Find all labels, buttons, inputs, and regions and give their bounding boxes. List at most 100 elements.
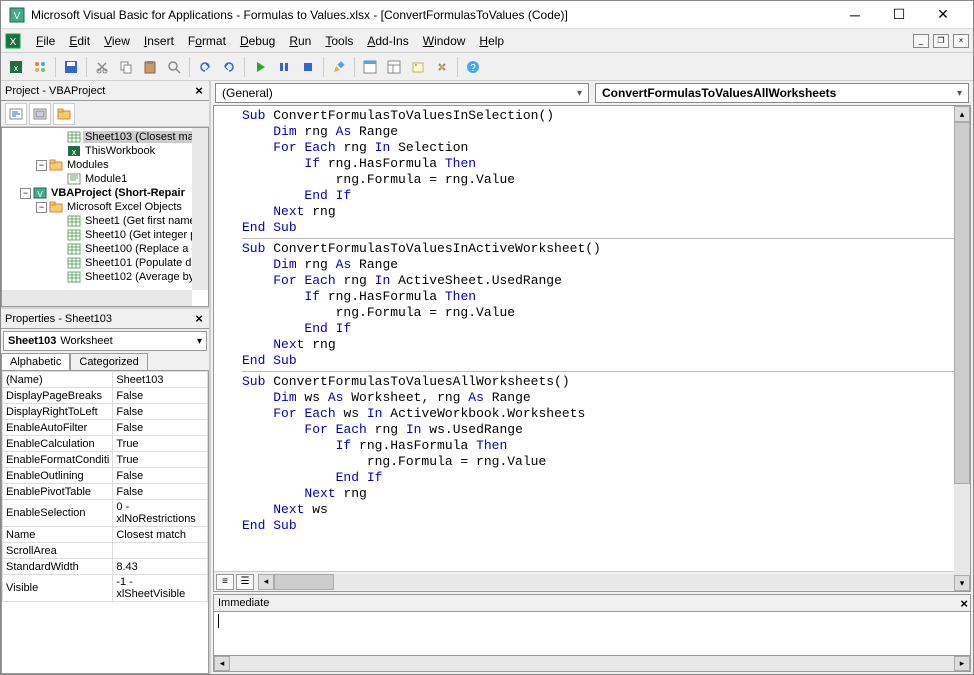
- property-value[interactable]: False: [113, 404, 208, 420]
- scroll-left-arrow[interactable]: ◂: [214, 656, 230, 671]
- scroll-up-arrow[interactable]: ▴: [954, 106, 970, 122]
- object-combo[interactable]: (General) ▾: [215, 83, 589, 103]
- tree-node[interactable]: −VVBAProject (Short-Repair: [4, 186, 206, 200]
- find-button[interactable]: [163, 56, 185, 78]
- tree-node[interactable]: Sheet101 (Populate dr: [4, 256, 206, 270]
- scroll-left-arrow[interactable]: ◂: [258, 574, 274, 590]
- save-button[interactable]: [60, 56, 82, 78]
- property-row[interactable]: EnablePivotTableFalse: [3, 484, 208, 500]
- tree-horizontal-scrollbar[interactable]: [2, 290, 192, 306]
- toolbox-button[interactable]: [431, 56, 453, 78]
- full-module-view-button[interactable]: ☰: [236, 574, 254, 590]
- property-value[interactable]: True: [113, 436, 208, 452]
- menu-file[interactable]: File: [29, 32, 62, 50]
- properties-close-button[interactable]: ×: [191, 311, 207, 327]
- procedure-view-button[interactable]: ≡: [216, 574, 234, 590]
- undo-button[interactable]: [194, 56, 216, 78]
- help-button[interactable]: ?: [462, 56, 484, 78]
- tab-categorized[interactable]: Categorized: [70, 353, 147, 370]
- mdi-close-button[interactable]: ×: [953, 34, 969, 48]
- property-row[interactable]: Visible-1 - xlSheetVisible: [3, 575, 208, 602]
- property-value[interactable]: Closest match: [113, 527, 208, 543]
- menu-add-ins[interactable]: Add-Ins: [360, 32, 415, 50]
- menu-view[interactable]: View: [97, 32, 137, 50]
- object-browser-button[interactable]: [407, 56, 429, 78]
- tree-twisty-icon[interactable]: −: [20, 188, 31, 199]
- tree-node[interactable]: Sheet102 (Average by: [4, 270, 206, 284]
- paste-button[interactable]: [139, 56, 161, 78]
- tree-node[interactable]: xThisWorkbook: [4, 144, 206, 158]
- insert-button[interactable]: [29, 56, 51, 78]
- menu-tools[interactable]: Tools: [318, 32, 360, 50]
- immediate-close-button[interactable]: ×: [960, 596, 968, 611]
- property-row[interactable]: EnableOutliningFalse: [3, 468, 208, 484]
- property-row[interactable]: (Name)Sheet103: [3, 372, 208, 388]
- property-value[interactable]: [113, 543, 208, 559]
- design-mode-button[interactable]: [328, 56, 350, 78]
- menu-window[interactable]: Window: [416, 32, 473, 50]
- immediate-horizontal-scrollbar[interactable]: ◂ ▸: [213, 656, 971, 672]
- tree-node[interactable]: Sheet10 (Get integer p: [4, 228, 206, 242]
- tree-node[interactable]: −Microsoft Excel Objects: [4, 200, 206, 214]
- maximize-button[interactable]: ☐: [877, 1, 921, 29]
- property-value[interactable]: 8.43: [113, 559, 208, 575]
- project-explorer-button[interactable]: [359, 56, 381, 78]
- cut-button[interactable]: [91, 56, 113, 78]
- property-value[interactable]: False: [113, 420, 208, 436]
- menu-edit[interactable]: Edit: [62, 32, 97, 50]
- tab-alphabetic[interactable]: Alphabetic: [1, 353, 70, 370]
- properties-window-button[interactable]: [383, 56, 405, 78]
- procedure-combo[interactable]: ConvertFormulasToValuesAllWorksheets ▾: [595, 83, 969, 103]
- property-value[interactable]: False: [113, 484, 208, 500]
- property-row[interactable]: EnableSelection0 - xlNoRestrictions: [3, 500, 208, 527]
- mdi-restore-button[interactable]: ❐: [933, 34, 949, 48]
- excel-icon[interactable]: X: [5, 33, 21, 49]
- view-excel-button[interactable]: x: [5, 56, 27, 78]
- scroll-right-arrow[interactable]: ▸: [954, 656, 970, 671]
- tree-node[interactable]: Sheet100 (Replace a c: [4, 242, 206, 256]
- tree-twisty-icon[interactable]: −: [36, 160, 47, 171]
- property-row[interactable]: StandardWidth8.43: [3, 559, 208, 575]
- minimize-button[interactable]: ─: [833, 1, 877, 29]
- break-button[interactable]: [273, 56, 295, 78]
- property-value[interactable]: True: [113, 452, 208, 468]
- redo-button[interactable]: [218, 56, 240, 78]
- menu-run[interactable]: Run: [282, 32, 318, 50]
- properties-object-selector[interactable]: Sheet103 Worksheet ▾: [3, 331, 207, 351]
- property-value[interactable]: False: [113, 388, 208, 404]
- property-value[interactable]: False: [113, 468, 208, 484]
- property-row[interactable]: NameClosest match: [3, 527, 208, 543]
- tree-node[interactable]: Sheet103 (Closest mat: [4, 130, 206, 144]
- project-explorer-close-button[interactable]: ×: [191, 83, 207, 99]
- toggle-folders-button[interactable]: [53, 103, 75, 125]
- view-code-button[interactable]: [5, 103, 27, 125]
- view-object-button[interactable]: [29, 103, 51, 125]
- tree-node[interactable]: −Modules: [4, 158, 206, 172]
- close-button[interactable]: ✕: [921, 1, 965, 29]
- tree-node[interactable]: Module1: [4, 172, 206, 186]
- menu-help[interactable]: Help: [472, 32, 511, 50]
- code-vertical-scrollbar[interactable]: ▴ ▾: [954, 106, 970, 591]
- project-tree[interactable]: Sheet103 (Closest matxThisWorkbook−Modul…: [1, 127, 209, 307]
- property-row[interactable]: EnableFormatConditiTrue: [3, 452, 208, 468]
- copy-button[interactable]: [115, 56, 137, 78]
- code-editor[interactable]: Sub ConvertFormulasToValuesInSelection()…: [214, 106, 970, 571]
- tree-vertical-scrollbar[interactable]: [192, 128, 208, 290]
- property-row[interactable]: EnableAutoFilterFalse: [3, 420, 208, 436]
- run-button[interactable]: [249, 56, 271, 78]
- property-value[interactable]: -1 - xlSheetVisible: [113, 575, 208, 602]
- tree-twisty-icon[interactable]: −: [36, 202, 47, 213]
- menu-format[interactable]: Format: [181, 32, 233, 50]
- mdi-minimize-button[interactable]: _: [913, 34, 929, 48]
- code-horizontal-scrollbar[interactable]: ◂ ▸: [258, 574, 970, 590]
- scroll-down-arrow[interactable]: ▾: [954, 575, 970, 591]
- property-row[interactable]: DisplayPageBreaksFalse: [3, 388, 208, 404]
- menu-insert[interactable]: Insert: [137, 32, 181, 50]
- property-row[interactable]: EnableCalculationTrue: [3, 436, 208, 452]
- tree-node[interactable]: Sheet1 (Get first name: [4, 214, 206, 228]
- menu-debug[interactable]: Debug: [233, 32, 282, 50]
- reset-button[interactable]: [297, 56, 319, 78]
- property-value[interactable]: Sheet103: [113, 372, 208, 388]
- properties-grid[interactable]: (Name)Sheet103DisplayPageBreaksFalseDisp…: [1, 370, 209, 674]
- property-row[interactable]: ScrollArea: [3, 543, 208, 559]
